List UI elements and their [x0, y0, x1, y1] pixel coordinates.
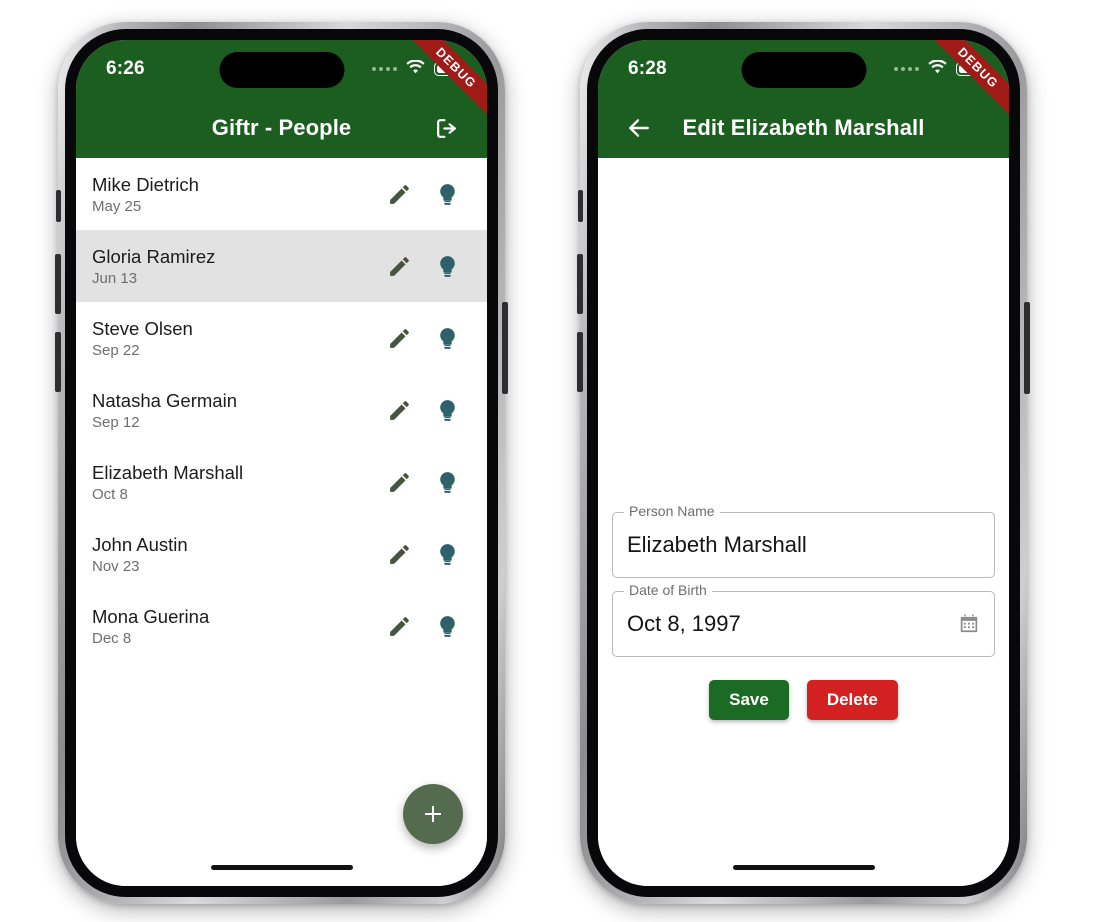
list-item[interactable]: Elizabeth Marshall Oct 8 [76, 446, 487, 518]
gift-ideas-button[interactable] [423, 386, 471, 434]
gift-ideas-button[interactable] [423, 602, 471, 650]
status-bar: 6:26 [76, 40, 487, 98]
save-button[interactable]: Save [709, 680, 789, 720]
status-bar: 6:28 [598, 40, 1009, 98]
date-of-birth-field-wrap: Date of Birth Oct 8, 1997 [612, 583, 995, 657]
status-clock: 6:26 [106, 58, 145, 79]
list-item-text: Steve Olsen Sep 22 [92, 317, 375, 359]
home-indicator [210, 864, 353, 870]
edit-person-button[interactable] [375, 242, 423, 290]
list-item-text: Mike Dietrich May 25 [92, 173, 375, 215]
list-item[interactable]: Steve Olsen Sep 22 [76, 302, 487, 374]
person-date: Oct 8 [92, 486, 128, 504]
phone-bezel: DEBUG 6:28 Edit Elizabeth Marshall Perso… [587, 29, 1020, 897]
add-person-fab[interactable] [403, 784, 463, 844]
list-item[interactable]: Mona Guerina Dec 8 [76, 590, 487, 662]
form-actions: Save Delete [598, 680, 1009, 720]
list-item-text: Gloria Ramirez Jun 13 [92, 245, 375, 287]
list-item-text: Mona Guerina Dec 8 [92, 605, 375, 647]
person-name-field-wrap: Person Name Elizabeth Marshall [612, 504, 995, 578]
volume-down-button[interactable] [55, 332, 61, 392]
person-date: Sep 22 [92, 342, 140, 360]
list-item[interactable]: John Austin Nov 23 [76, 518, 487, 590]
person-date: May 25 [92, 198, 142, 216]
person-date: Nov 23 [92, 558, 140, 576]
app-bar-title-row: Edit Elizabeth Marshall [598, 98, 1009, 158]
person-name: Mona Guerina [92, 605, 210, 627]
delete-button[interactable]: Delete [806, 680, 898, 720]
phone-screen: DEBUG 6:28 Edit Elizabeth Marshall Perso… [598, 40, 1009, 886]
volume-up-button[interactable] [55, 254, 61, 314]
person-date: Sep 12 [92, 414, 140, 432]
edit-person-form: Person Name Elizabeth Marshall Date of B… [598, 158, 1009, 886]
dynamic-island [741, 52, 866, 88]
gift-ideas-button[interactable] [423, 242, 471, 290]
edit-person-button[interactable] [375, 170, 423, 218]
plus-icon [425, 806, 441, 822]
list-item-text: Natasha Germain Sep 12 [92, 389, 375, 431]
status-indicators [894, 58, 986, 79]
logout-icon[interactable] [425, 107, 467, 149]
person-name: Mike Dietrich [92, 173, 199, 195]
list-item[interactable]: Natasha Germain Sep 12 [76, 374, 487, 446]
home-indicator [732, 864, 875, 870]
app-bar: DEBUG 6:26 Giftr - People [76, 40, 487, 158]
person-name-label: Person Name [624, 504, 720, 518]
app-bar: DEBUG 6:28 Edit Elizabeth Marshall [598, 40, 1009, 158]
phone-screen: DEBUG 6:26 Giftr - People Mike Dietrich … [76, 40, 487, 886]
status-clock: 6:28 [628, 58, 667, 79]
app-bar-title-row: Giftr - People [76, 98, 487, 158]
person-name-value: Elizabeth Marshall [627, 532, 807, 557]
gift-ideas-button[interactable] [423, 170, 471, 218]
power-button[interactable] [1024, 302, 1030, 394]
list-item[interactable]: Gloria Ramirez Jun 13 [76, 230, 487, 302]
edit-person-button[interactable] [375, 530, 423, 578]
battery-icon [956, 62, 986, 76]
person-name: Steve Olsen [92, 317, 193, 339]
silence-switch[interactable] [56, 190, 61, 222]
volume-up-button[interactable] [577, 254, 583, 314]
edit-person-button[interactable] [375, 386, 423, 434]
person-name: John Austin [92, 533, 188, 555]
person-date: Dec 8 [92, 630, 132, 648]
phone-bezel: DEBUG 6:26 Giftr - People Mike Dietrich … [65, 29, 498, 897]
edit-person-button[interactable] [375, 602, 423, 650]
gift-ideas-button[interactable] [423, 458, 471, 506]
edit-person-button[interactable] [375, 458, 423, 506]
person-name: Gloria Ramirez [92, 245, 216, 267]
power-button[interactable] [502, 302, 508, 394]
person-name: Natasha Germain [92, 389, 237, 411]
phone-edit-person: DEBUG 6:28 Edit Elizabeth Marshall Perso… [577, 22, 1030, 904]
dynamic-island [219, 52, 344, 88]
person-date: Jun 13 [92, 270, 138, 288]
edit-person-button[interactable] [375, 314, 423, 362]
screenshot-stage: DEBUG 6:26 Giftr - People Mike Dietrich … [0, 0, 1100, 922]
gift-ideas-button[interactable] [423, 530, 471, 578]
silence-switch[interactable] [578, 190, 583, 222]
list-item-text: Elizabeth Marshall Oct 8 [92, 461, 375, 503]
phone-people-list: DEBUG 6:26 Giftr - People Mike Dietrich … [55, 22, 508, 904]
calendar-icon[interactable] [958, 613, 980, 635]
date-of-birth-label: Date of Birth [624, 583, 712, 597]
volume-down-button[interactable] [577, 332, 583, 392]
list-item[interactable]: Mike Dietrich May 25 [76, 158, 487, 230]
wifi-icon [928, 58, 947, 79]
wifi-icon [406, 58, 425, 79]
battery-icon [434, 62, 464, 76]
signal-dots-icon [372, 67, 397, 71]
list-item-text: John Austin Nov 23 [92, 533, 375, 575]
person-name-field[interactable]: Person Name Elizabeth Marshall [612, 504, 995, 578]
person-name: Elizabeth Marshall [92, 461, 244, 483]
people-list[interactable]: Mike Dietrich May 25 Gloria Ramirez Jun … [76, 158, 487, 886]
date-of-birth-field[interactable]: Date of Birth Oct 8, 1997 [612, 583, 995, 657]
back-arrow-icon[interactable] [618, 107, 660, 149]
gift-ideas-button[interactable] [423, 314, 471, 362]
signal-dots-icon [894, 67, 919, 71]
status-indicators [372, 58, 464, 79]
date-of-birth-value: Oct 8, 1997 [627, 611, 741, 636]
